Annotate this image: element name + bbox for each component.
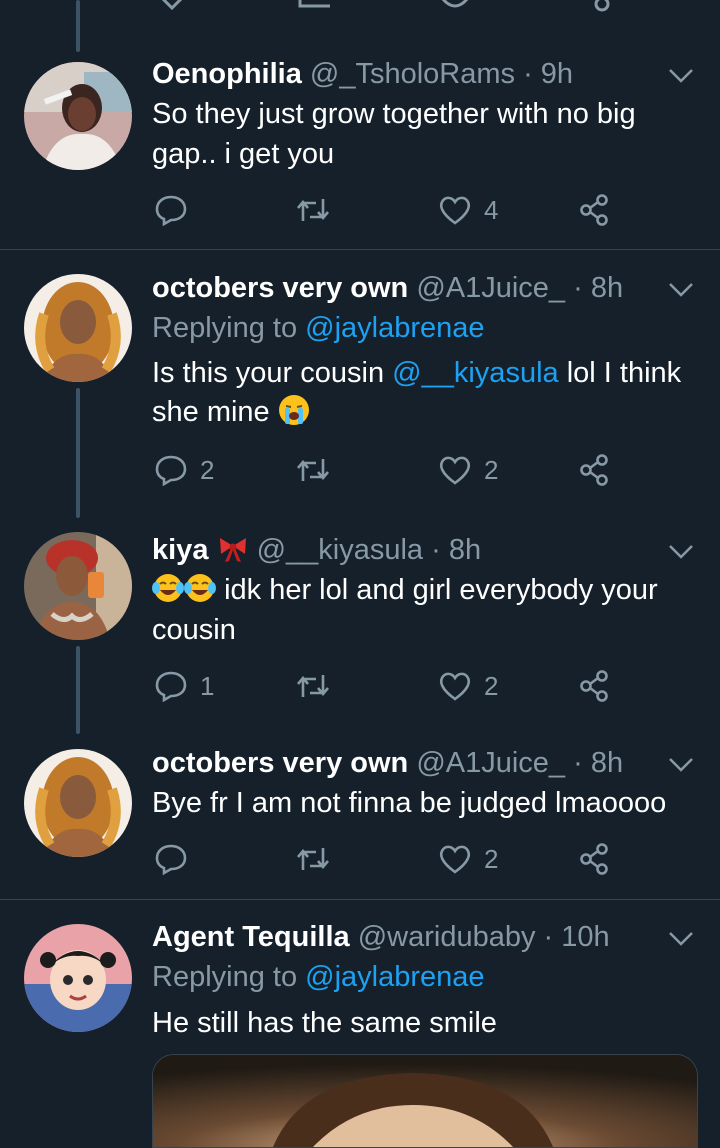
tweet[interactable]: Oenophilia @_TsholoRams · 9h So they jus… bbox=[0, 54, 720, 249]
heart-icon bbox=[439, 456, 471, 485]
tweet-divider bbox=[0, 249, 720, 250]
heart-icon bbox=[439, 196, 471, 225]
reply-button[interactable]: 1 bbox=[154, 666, 214, 706]
chevron-down-icon[interactable] bbox=[668, 757, 694, 773]
tweet-text-line: she mine bbox=[152, 392, 310, 432]
user-handle[interactable]: @A1Juice_ bbox=[416, 272, 565, 304]
chevron-down-icon[interactable] bbox=[668, 544, 694, 560]
tweet-actions: 4 bbox=[152, 190, 632, 230]
mention-link[interactable]: @jaylabrenae bbox=[305, 961, 484, 993]
tweet-text-line: idk her lol and girl everybody your bbox=[152, 570, 658, 610]
timestamp[interactable]: · 9h bbox=[523, 58, 573, 90]
display-name[interactable]: octobers very own bbox=[152, 747, 408, 779]
retweet-button[interactable] bbox=[296, 839, 342, 879]
display-name[interactable]: kiya bbox=[152, 534, 208, 566]
avatar[interactable] bbox=[24, 274, 132, 382]
chevron-down-icon[interactable] bbox=[668, 282, 694, 298]
tweet[interactable]: kiya @__kiyasula · 8h idk her lol and gi… bbox=[0, 530, 720, 730]
reply-icon bbox=[155, 671, 187, 703]
timestamp[interactable]: · 8h bbox=[573, 272, 623, 304]
ribbon-emoji bbox=[219, 538, 246, 562]
reply-button[interactable]: 2 bbox=[154, 450, 214, 490]
user-handle[interactable]: @_TsholoRams bbox=[310, 58, 515, 90]
retweet-icon bbox=[297, 199, 329, 221]
timestamp[interactable]: · 8h bbox=[573, 747, 623, 779]
thread-line bbox=[76, 646, 80, 734]
face-with-tears-of-joy-emoji bbox=[184, 574, 216, 602]
retweet-icon bbox=[297, 675, 329, 697]
user-handle[interactable]: @A1Juice_ bbox=[416, 747, 565, 779]
like-button[interactable]: 2 bbox=[438, 450, 498, 490]
tweet-actions: 2 2 bbox=[152, 450, 632, 490]
reply-icon bbox=[155, 195, 187, 227]
like-button[interactable]: 4 bbox=[438, 190, 498, 230]
tweet-text-line: So they just grow together with no big bbox=[152, 98, 636, 130]
tweet-actions: 2 bbox=[152, 839, 632, 879]
reply-button[interactable] bbox=[154, 190, 200, 230]
heart-icon bbox=[439, 672, 471, 701]
chevron-down-icon[interactable] bbox=[668, 931, 694, 947]
share-button[interactable] bbox=[578, 190, 612, 230]
avatar[interactable] bbox=[24, 62, 132, 170]
reply-button[interactable] bbox=[154, 839, 200, 879]
timestamp[interactable]: · 8h bbox=[431, 534, 481, 566]
share-icon bbox=[580, 454, 608, 486]
reply-icon bbox=[155, 455, 187, 487]
retweet-icon bbox=[297, 459, 329, 481]
tweet-text-line: gap.. i get you bbox=[152, 138, 335, 170]
retweet-button[interactable] bbox=[296, 666, 342, 706]
retweet-button[interactable] bbox=[296, 190, 342, 230]
retweet-icon bbox=[297, 848, 329, 870]
avatar[interactable] bbox=[24, 532, 132, 640]
display-name[interactable]: Oenophilia bbox=[152, 58, 302, 90]
timestamp[interactable]: · 10h bbox=[544, 921, 610, 953]
retweet-button[interactable] bbox=[296, 450, 342, 490]
tweet-text-line: He still has the same smile bbox=[152, 1007, 497, 1039]
mention-link[interactable]: @jaylabrenae bbox=[305, 312, 484, 344]
user-handle[interactable]: @__kiyasula bbox=[257, 534, 423, 566]
tweet-text-line: Bye fr I am not finna be judged lmaoooo bbox=[152, 787, 667, 819]
tweet[interactable]: octobers very own @A1Juice_ · 8h Replyin… bbox=[0, 268, 720, 500]
mention-link[interactable]: @__kiyasula bbox=[392, 357, 558, 389]
tweet-text-line: cousin bbox=[152, 614, 236, 646]
chevron-down-icon[interactable] bbox=[668, 68, 694, 84]
reply-icon bbox=[155, 844, 187, 876]
tweet-actions: 1 2 bbox=[152, 666, 632, 706]
thread-line bbox=[76, 0, 80, 52]
tweet-media-image[interactable] bbox=[152, 1054, 698, 1148]
like-button[interactable]: 2 bbox=[438, 839, 498, 879]
previous-tweet-actions-partial bbox=[0, 0, 720, 14]
tweet-divider bbox=[0, 899, 720, 900]
avatar[interactable] bbox=[24, 924, 132, 1032]
display-name[interactable]: octobers very own bbox=[152, 272, 408, 304]
face-with-tears-of-joy-emoji bbox=[152, 574, 184, 602]
display-name[interactable]: Agent Tequilla bbox=[152, 921, 350, 953]
share-button[interactable] bbox=[578, 450, 612, 490]
thread-line bbox=[76, 388, 80, 518]
replying-to: Replying to @jaylabrenae bbox=[152, 961, 485, 993]
tweet-text-line: Is this your cousin @__kiyasula lol I th… bbox=[152, 357, 682, 389]
heart-icon bbox=[439, 845, 471, 874]
like-button[interactable]: 2 bbox=[438, 666, 498, 706]
share-icon bbox=[580, 843, 608, 875]
share-icon bbox=[580, 670, 608, 702]
share-button[interactable] bbox=[578, 666, 612, 706]
replying-to: Replying to @jaylabrenae bbox=[152, 312, 485, 344]
user-handle[interactable]: @waridubaby bbox=[358, 921, 536, 953]
tweet[interactable]: octobers very own @A1Juice_ · 8h Bye fr … bbox=[0, 743, 720, 899]
share-button[interactable] bbox=[578, 839, 612, 879]
avatar[interactable] bbox=[24, 749, 132, 857]
share-icon bbox=[580, 194, 608, 226]
loudly-crying-face-emoji bbox=[278, 395, 309, 425]
